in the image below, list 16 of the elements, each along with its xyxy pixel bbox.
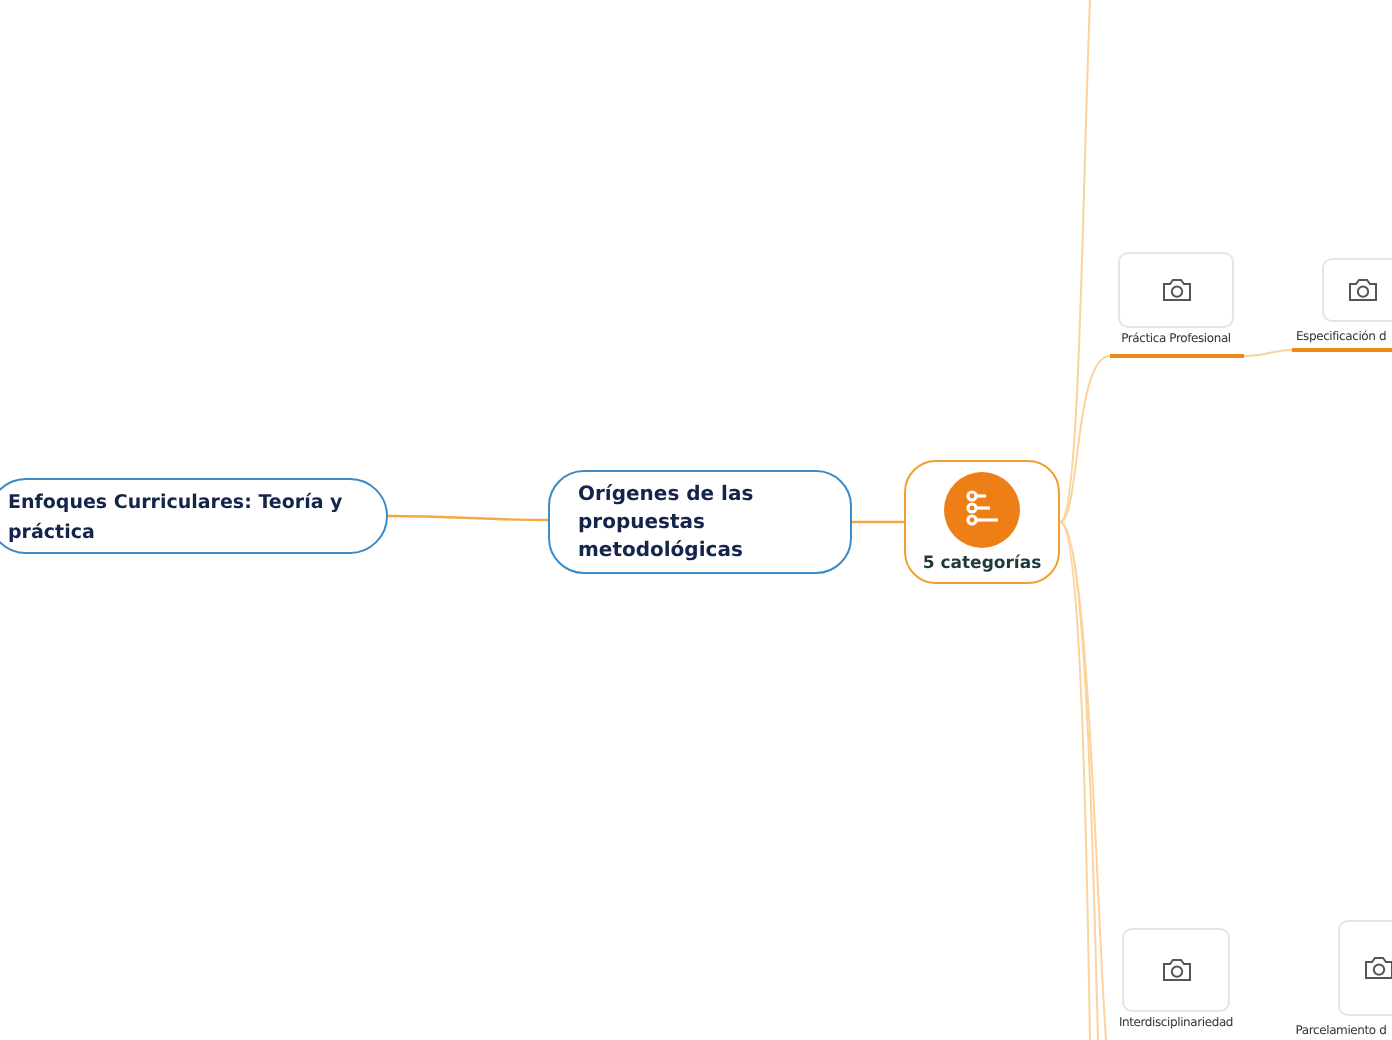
connector-line xyxy=(1243,349,1293,357)
image-card[interactable] xyxy=(1122,928,1230,1012)
camera-icon xyxy=(1363,956,1392,980)
category-topic[interactable]: 5 categorías xyxy=(904,460,1060,584)
image-card[interactable] xyxy=(1118,252,1234,328)
image-card[interactable] xyxy=(1322,258,1392,322)
root-topic[interactable]: Enfoques Curriculares: Teoría y práctica xyxy=(0,478,388,554)
topic-underline xyxy=(1110,354,1244,358)
camera-icon xyxy=(1161,278,1191,302)
camera-icon xyxy=(1161,958,1191,982)
list-icon xyxy=(944,472,1020,548)
connector-line xyxy=(852,520,904,524)
main-topic[interactable]: Orígenes de las propuestas metodológicas xyxy=(548,470,852,574)
topic-underline xyxy=(1292,348,1392,352)
camera-icon xyxy=(1347,278,1377,302)
category-label: 5 categorías xyxy=(922,554,1042,574)
